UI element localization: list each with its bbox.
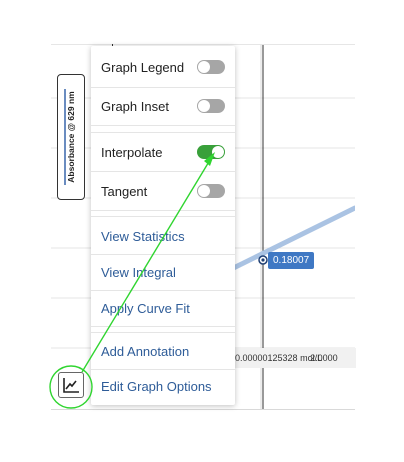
toggle-knob xyxy=(198,100,210,112)
menu-item-label: Interpolate xyxy=(101,144,163,160)
menu-item-graph-legend[interactable]: Graph Legend xyxy=(91,48,235,86)
line-chart-icon xyxy=(63,378,79,393)
graph-options-menu: Graph Legend Graph Inset Interpolate Tan… xyxy=(91,46,235,405)
y-axis-label[interactable]: Absorbance @ 629 nm xyxy=(57,74,85,200)
menu-item-tangent[interactable]: Tangent xyxy=(91,172,235,210)
graph-legend-toggle[interactable] xyxy=(197,60,225,74)
menu-item-add-annotation[interactable]: Add Annotation xyxy=(91,332,235,370)
toggle-knob xyxy=(198,61,210,73)
menu-separator xyxy=(91,210,235,211)
menu-separator xyxy=(91,326,235,327)
menu-item-view-integral[interactable]: View Integral xyxy=(91,253,235,291)
data-point-center xyxy=(261,258,265,262)
x-value-cutoff: 2.0000 xyxy=(310,353,338,363)
frame-bottom-border xyxy=(51,409,355,410)
tangent-toggle[interactable] xyxy=(197,184,225,198)
menu-item-edit-graph-options[interactable]: Edit Graph Options xyxy=(91,367,235,405)
x-value-readout: 0.00000125328 mol/L2.0000 xyxy=(232,348,356,368)
menu-item-apply-curve-fit[interactable]: Apply Curve Fit xyxy=(91,289,235,327)
toggle-knob xyxy=(212,146,224,158)
menu-separator xyxy=(91,125,235,126)
graph-inset-toggle[interactable] xyxy=(197,99,225,113)
graph-options-button[interactable] xyxy=(58,372,84,398)
y-axis-label-text: Absorbance @ 629 nm xyxy=(66,91,76,183)
toggle-knob xyxy=(198,185,210,197)
menu-item-graph-inset[interactable]: Graph Inset xyxy=(91,87,235,125)
menu-item-label: Tangent xyxy=(101,183,148,199)
frame-top-border xyxy=(51,44,355,45)
menu-item-label: Graph Legend xyxy=(101,59,185,75)
menu-item-interpolate[interactable]: Interpolate xyxy=(91,133,235,171)
menu-item-view-statistics[interactable]: View Statistics xyxy=(91,217,235,255)
interpolate-toggle[interactable] xyxy=(197,145,225,159)
point-value-tag: 0.18007 xyxy=(268,252,315,269)
menu-item-label: Graph Inset xyxy=(101,98,169,114)
